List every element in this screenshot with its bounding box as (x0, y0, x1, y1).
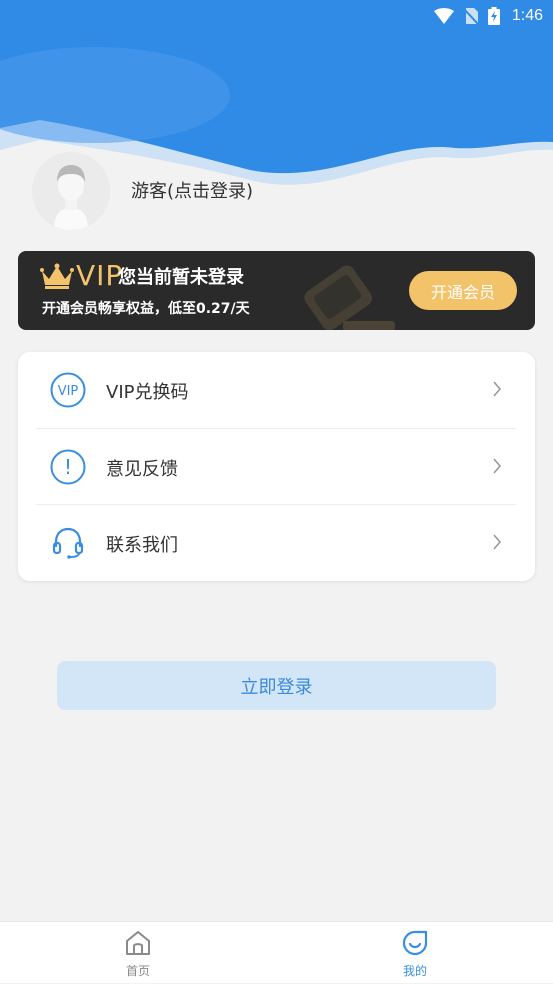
vip-badge-icon: VIP (50, 372, 86, 408)
wifi-icon (433, 8, 454, 24)
menu-item-label: 联系我们 (106, 535, 178, 556)
default-avatar-icon (32, 152, 110, 230)
login-now-button[interactable]: 立即登录 (57, 661, 496, 710)
menu-card: VIP VIP兑换码 ! 意见反馈 联系我们 (18, 352, 535, 581)
home-icon (126, 931, 150, 955)
chevron-right-icon (493, 534, 502, 550)
vip-logo-text: VIP (76, 259, 124, 292)
vip-card-subtitle: 开通会员畅享权益，低至0.27/天 (42, 301, 250, 317)
smile-face-icon (402, 930, 428, 956)
vip-card-title: 您当前暂未登录 (118, 267, 244, 288)
avatar[interactable] (32, 152, 110, 230)
menu-item-feedback[interactable]: ! 意见反馈 (18, 429, 535, 505)
bottom-tab-bar: 首页 我的 (0, 921, 553, 983)
menu-item-vip-code[interactable]: VIP VIP兑换码 (18, 352, 535, 428)
status-bar: 1:46 (0, 0, 553, 32)
username-login-link[interactable]: 游客(点击登录) (131, 177, 253, 203)
feedback-alert-icon-text: ! (64, 455, 72, 479)
no-sim-icon (463, 8, 478, 24)
status-time: 1:46 (511, 7, 543, 24)
menu-item-label: VIP兑换码 (106, 382, 189, 403)
tab-home[interactable]: 首页 (78, 922, 198, 984)
vip-card: VIP 您当前暂未登录 开通会员畅享权益，低至0.27/天 开通会员 (18, 251, 535, 330)
menu-item-label: 意见反馈 (106, 459, 178, 480)
tab-label: 首页 (125, 964, 150, 978)
chevron-right-icon (493, 381, 502, 397)
feedback-alert-icon: ! (50, 449, 86, 485)
vip-card-decoration (304, 265, 395, 330)
tab-mine[interactable]: 我的 (355, 922, 475, 984)
tab-label: 我的 (402, 964, 427, 978)
crown-icon (40, 263, 74, 289)
open-membership-button[interactable]: 开通会员 (409, 271, 517, 310)
battery-charging-icon (487, 7, 500, 25)
vip-badge-icon-text: VIP (58, 384, 79, 399)
headset-icon (52, 527, 84, 559)
menu-item-contact-us[interactable]: 联系我们 (18, 505, 535, 581)
chevron-right-icon (493, 458, 502, 474)
